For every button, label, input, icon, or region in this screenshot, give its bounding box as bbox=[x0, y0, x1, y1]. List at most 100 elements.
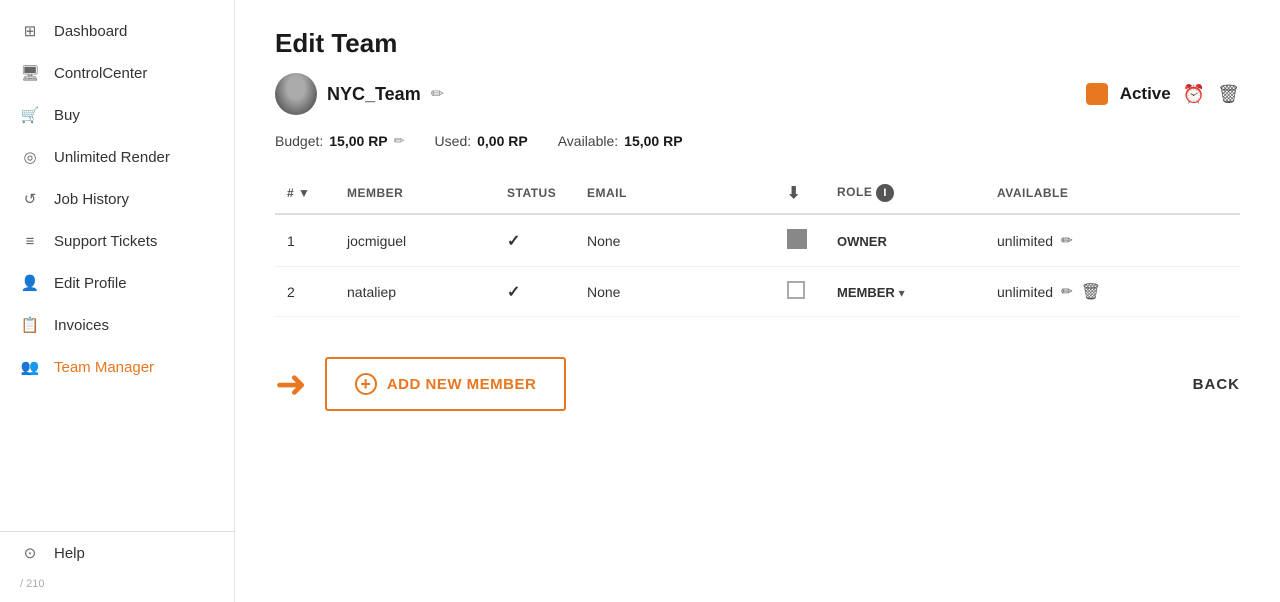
available-item: Available: 15,00 RP bbox=[558, 133, 683, 149]
sidebar-item-invoices-label: Invoices bbox=[54, 317, 109, 334]
buy-icon: 🛒 bbox=[20, 105, 40, 125]
available-amount: unlimited bbox=[997, 233, 1053, 249]
main-content: Edit Team NYC_Team ✏ Active ⏰ 🗑 Budget: … bbox=[235, 0, 1280, 602]
delete-member-button[interactable]: 🗑 bbox=[1081, 282, 1101, 302]
sidebar-item-unlimited-render-label: Unlimited Render bbox=[54, 149, 170, 166]
available-label: Available: bbox=[558, 133, 618, 149]
sidebar-item-dashboard[interactable]: ⊞ Dashboard bbox=[0, 10, 234, 52]
budget-value: 15,00 RP bbox=[329, 133, 387, 149]
team-header: NYC_Team ✏ Active ⏰ 🗑 bbox=[275, 73, 1240, 115]
edit-budget-button[interactable]: ✏ bbox=[394, 133, 405, 149]
job-history-icon: ↺ bbox=[20, 189, 40, 209]
sidebar-item-control-center-label: ControlCenter bbox=[54, 65, 147, 82]
sidebar-item-edit-profile-label: Edit Profile bbox=[54, 275, 127, 292]
cell-download bbox=[775, 214, 825, 267]
sidebar-item-team-manager[interactable]: 👥 Team Manager bbox=[0, 346, 234, 388]
cell-member: nataliep bbox=[335, 267, 495, 317]
col-download[interactable]: ⬇ bbox=[775, 173, 825, 214]
dashboard-icon: ⊞ bbox=[20, 21, 40, 41]
team-status-row: Active ⏰ 🗑 bbox=[1086, 83, 1240, 105]
download-icon: ⬇ bbox=[787, 185, 801, 202]
cell-download bbox=[775, 267, 825, 317]
table-row: 2 nataliep ✓ None MEMBER ▾ unlimited ✏ 🗑 bbox=[275, 267, 1240, 317]
member-square bbox=[787, 281, 805, 299]
col-role: ROLE i bbox=[825, 173, 985, 214]
cell-status: ✓ bbox=[495, 214, 575, 267]
table-header-row: # ▼ MEMBER STATUS EMAIL ⬇ ROLE i AVAILAB… bbox=[275, 173, 1240, 214]
edit-profile-icon: 👤 bbox=[20, 273, 40, 293]
sidebar-item-support-tickets-label: Support Tickets bbox=[54, 233, 157, 250]
sidebar-item-help[interactable]: ⊙ Help bbox=[0, 532, 234, 574]
status-dot bbox=[1086, 83, 1108, 105]
available-amount: unlimited bbox=[997, 284, 1053, 300]
sidebar-item-unlimited-render[interactable]: ◎ Unlimited Render bbox=[0, 136, 234, 178]
team-avatar bbox=[275, 73, 317, 115]
back-button[interactable]: BACK bbox=[1193, 376, 1240, 393]
invoices-icon: 📋 bbox=[20, 315, 40, 335]
cell-num: 1 bbox=[275, 214, 335, 267]
add-new-member-button[interactable]: + ADD NEW MEMBER bbox=[325, 357, 567, 411]
sidebar-item-edit-profile[interactable]: 👤 Edit Profile bbox=[0, 262, 234, 304]
add-member-wrapper: ➜ + ADD NEW MEMBER bbox=[275, 357, 566, 411]
role-dropdown[interactable]: ▾ bbox=[899, 286, 905, 300]
cell-available: unlimited ✏ bbox=[985, 214, 1240, 267]
sidebar-item-job-history[interactable]: ↺ Job History bbox=[0, 178, 234, 220]
sidebar: ⊞ Dashboard 🖥 ControlCenter 🛒 Buy ◎ Unli… bbox=[0, 0, 235, 602]
sidebar-item-team-manager-label: Team Manager bbox=[54, 359, 154, 376]
owner-square bbox=[787, 229, 807, 249]
cell-email: None bbox=[575, 214, 775, 267]
col-status: STATUS bbox=[495, 173, 575, 214]
used-label: Used: bbox=[435, 133, 472, 149]
history-button[interactable]: ⏰ bbox=[1183, 84, 1205, 105]
col-num[interactable]: # ▼ bbox=[275, 173, 335, 214]
role-info-icon[interactable]: i bbox=[876, 184, 894, 202]
help-icon: ⊙ bbox=[20, 543, 40, 563]
sidebar-item-invoices[interactable]: 📋 Invoices bbox=[0, 304, 234, 346]
col-email: EMAIL bbox=[575, 173, 775, 214]
members-table: # ▼ MEMBER STATUS EMAIL ⬇ ROLE i AVAILAB… bbox=[275, 173, 1240, 317]
budget-item: Budget: 15,00 RP ✏ bbox=[275, 133, 405, 149]
sidebar-item-help-label: Help bbox=[54, 545, 85, 562]
cell-available: unlimited ✏ 🗑 bbox=[985, 267, 1240, 317]
status-label: Active bbox=[1120, 84, 1171, 104]
edit-available-button[interactable]: ✏ bbox=[1061, 283, 1073, 300]
cell-role: OWNER bbox=[825, 214, 985, 267]
sidebar-item-buy[interactable]: 🛒 Buy bbox=[0, 94, 234, 136]
sidebar-item-dashboard-label: Dashboard bbox=[54, 23, 127, 40]
edit-available-button[interactable]: ✏ bbox=[1061, 232, 1073, 249]
col-member: MEMBER bbox=[335, 173, 495, 214]
role-badge: MEMBER bbox=[837, 285, 895, 300]
budget-row: Budget: 15,00 RP ✏ Used: 0,00 RP Availab… bbox=[275, 133, 1240, 149]
cell-member: jocmiguel bbox=[335, 214, 495, 267]
plus-circle-icon: + bbox=[355, 373, 377, 395]
budget-label: Budget: bbox=[275, 133, 323, 149]
add-member-label: ADD NEW MEMBER bbox=[387, 376, 537, 393]
sidebar-version: / 210 bbox=[0, 574, 234, 594]
used-value: 0,00 RP bbox=[477, 133, 528, 149]
delete-team-button[interactable]: 🗑 bbox=[1217, 84, 1240, 105]
sidebar-item-control-center[interactable]: 🖥 ControlCenter bbox=[0, 52, 234, 94]
role-badge: OWNER bbox=[837, 234, 887, 249]
sidebar-item-buy-label: Buy bbox=[54, 107, 80, 124]
cell-status: ✓ bbox=[495, 267, 575, 317]
table-row: 1 jocmiguel ✓ None OWNER unlimited ✏ bbox=[275, 214, 1240, 267]
arrow-icon: ➜ bbox=[275, 362, 307, 407]
unlimited-render-icon: ◎ bbox=[20, 147, 40, 167]
cell-email: None bbox=[575, 267, 775, 317]
support-tickets-icon: ≡ bbox=[20, 231, 40, 251]
used-item: Used: 0,00 RP bbox=[435, 133, 528, 149]
team-name: NYC_Team bbox=[327, 84, 421, 105]
edit-team-name-button[interactable]: ✏ bbox=[431, 84, 444, 104]
bottom-area: ➜ + ADD NEW MEMBER BACK bbox=[275, 357, 1240, 411]
sidebar-item-support-tickets[interactable]: ≡ Support Tickets bbox=[0, 220, 234, 262]
team-manager-icon: 👥 bbox=[20, 357, 40, 377]
cell-num: 2 bbox=[275, 267, 335, 317]
control-center-icon: 🖥 bbox=[20, 63, 40, 83]
status-checkmark: ✓ bbox=[507, 233, 520, 250]
page-title: Edit Team bbox=[275, 28, 1240, 59]
team-name-row: NYC_Team ✏ bbox=[275, 73, 444, 115]
col-available: AVAILABLE bbox=[985, 173, 1240, 214]
status-checkmark: ✓ bbox=[507, 284, 520, 301]
available-value: 15,00 RP bbox=[624, 133, 682, 149]
cell-role: MEMBER ▾ bbox=[825, 267, 985, 317]
